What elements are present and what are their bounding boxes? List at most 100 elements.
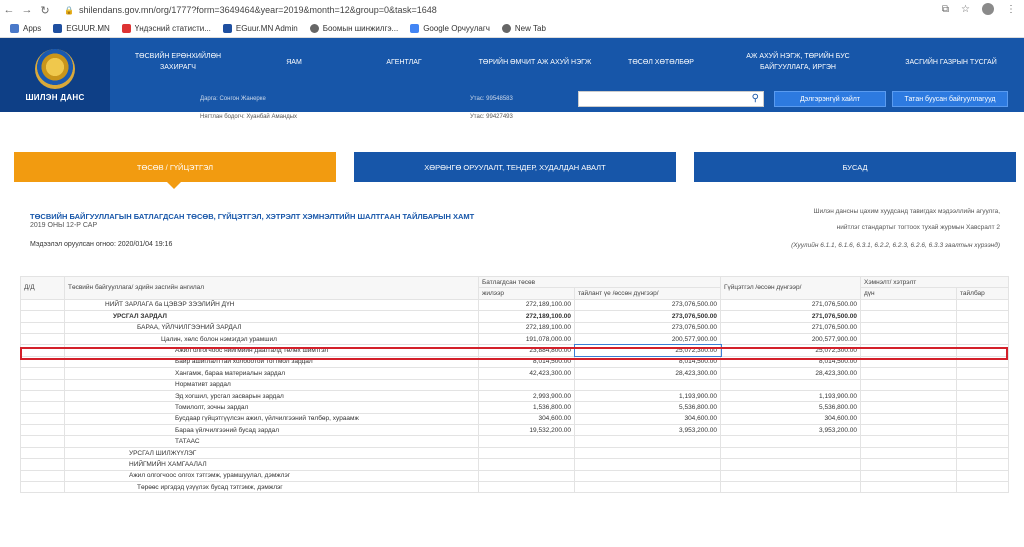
bookmark-customs[interactable]: Боомын шинжилгэ... [309,24,399,33]
page-icon [222,24,232,33]
director-phone: Утас: 99548583 [470,96,513,102]
row-name: Бараа үйлчилгээний бусад зардал [64,424,479,437]
row-plan [478,435,575,448]
tab-investment-tender[interactable]: ХӨРӨНГӨ ОРУУЛАЛТ, ТЕНДЕР, ХУДАЛДАН АВАЛТ [354,152,676,182]
search-input[interactable]: ⚲ [578,91,764,107]
row-name: Байр ашиглалттай холбоотой тогтмол зарда… [64,355,479,369]
bookmark-eguur[interactable]: EGUUR.MN [53,24,110,33]
table-row: ТАТААС [20,435,1010,448]
logo-text: ШИЛЭН ДАНС [25,92,85,102]
row-plan: 19,532,200.00 [478,424,575,437]
search-icon[interactable]: ⚲ [752,93,759,104]
row-plan [478,481,575,494]
browser-toolbar: ← → ↻ 🔒 shilendans.gov.mn/org/1777?form=… [0,0,1024,20]
row-actual: 28,423,300.00 [720,367,861,380]
table-row: Төрөөс иргэдэд үзүүлэх бусад тэтгэмж, дэ… [20,481,1010,494]
row-name: Ажил олгогчоос олгох тэтгэмж, урамшуулал… [64,469,479,483]
report-posted-date: Мэдээлэл оруулсан огноо: 2020/01/04 19:1… [30,241,173,248]
nav-projects[interactable]: ТӨСӨЛ ХӨТӨЛБӨР [604,38,718,86]
nav-government-special[interactable]: ЗАСГИЙН ГАЗРЫН ТУСГАЙ [878,38,1024,86]
translate-icon[interactable]: ⧉ [942,4,949,15]
profile-avatar[interactable] [982,3,994,15]
row-name: Ажил олгогчоос нийгмийн даатгалд төлөх ш… [64,344,479,357]
bookmark-eguur-admin[interactable]: EGuur.MN Admin [222,24,298,33]
report-law-reference: (Хуулийн 6.1.1, 6.1.6, 6.3.1, 6.2.2, 6.2… [791,242,1000,249]
row-actual: 25,072,300.00 [720,344,861,357]
bookmark-label: Apps [23,24,42,33]
row-period [574,435,721,448]
forward-icon[interactable]: → [18,4,36,16]
address-bar[interactable]: 🔒 shilendans.gov.mn/org/1777?form=364946… [64,2,944,18]
bookmark-statistics[interactable]: Үндэсний статисти... [121,24,211,33]
row-actual [720,378,861,391]
col-header-explanation: тайлбар [955,287,1010,300]
bookmark-google-translate[interactable]: Google Орчуулагч [410,24,490,33]
row-name: Нормативт зардал [64,378,479,391]
accountant-text: Нягтлан бодогч: Хуанбай Амандых [200,114,298,120]
tab-other[interactable]: БУСАД [694,152,1016,182]
row-name: Цалин, хөлс болон нэмэгдэл урамшил [64,332,479,346]
row-period [574,446,721,460]
table-row: Хангамж, бараа материалын зардал 42,423,3… [20,367,1010,380]
row-name: НИЙТ ЗАРЛАГА ба ЦЭВЭР ЗЭЭЛИЙН ДҮН [64,298,479,312]
table-row: УРСГАЛ ШИЛЖҮҮЛЭГ [20,446,1010,460]
globe-icon [309,24,319,33]
row-plan [478,446,575,460]
site-logo[interactable]: ШИЛЭН ДАНС [0,38,110,112]
bookmark-apps[interactable]: Apps [10,24,41,33]
menu-icon[interactable]: ⋮ [1006,4,1016,15]
bookmark-new-tab[interactable]: New Tab [501,24,546,33]
col-header-amount: дүн [860,287,957,300]
translate-icon [410,24,420,33]
active-tab-pointer [167,182,181,189]
bookmarks-bar: Apps EGUUR.MN Үндэсний статисти... EGuur… [0,20,1024,38]
row-actual [720,435,861,448]
advanced-search-button[interactable]: Дэлгэрэнгүй хайлт [774,91,886,107]
col-header-name: Төсвийн байгууллага/ эдийн засгийн ангил… [64,276,479,300]
col-header-reporting-period: тайлант үе /өссөн дүнгээр/ [574,287,721,300]
row-period [574,481,721,494]
nav-companies-ngos[interactable]: АЖ АХУЙ НЭГЖ, ТӨРИЙН БУС БАЙГУУЛЛАГА, ИР… [718,38,878,86]
col-header-number: Д/Д [20,276,65,300]
nav-state-owned[interactable]: ТӨРИЙН ӨМЧИТ АЖ АХУЙ НЭГЖ [466,38,604,86]
row-actual: 271,076,500.00 [720,310,861,323]
row-plan: 272,189,100.00 [478,321,575,334]
row-name: Томилолт, зочны зардал [64,401,479,414]
row-plan: 191,078,000.00 [478,332,575,346]
row-actual: 271,076,500.00 [720,298,861,312]
row-name: ТАТААС [64,435,479,448]
row-actual: 8,014,500.00 [720,355,861,369]
lock-icon: 🔒 [64,5,74,15]
row-period: 273,076,500.00 [574,298,721,312]
row-actual: 200,577,900.00 [720,332,861,346]
apps-grid-icon [10,24,19,33]
tab-budget-performance[interactable]: ТӨСӨВ / ГҮЙЦЭТГЭЛ [14,152,336,182]
row-name: Эд хогшил, урсгал засварын зардал [64,389,479,403]
row-period: 3,953,200.00 [574,424,721,437]
state-emblem-icon [35,48,75,89]
nav-ministries[interactable]: ЯАМ [246,38,342,86]
budget-table: Д/Д Төсвийн байгууллага/ эдийн засгийн а… [20,275,1010,494]
url-text: shilendans.gov.mn/org/1777?form=3649464&… [78,5,437,15]
row-actual: 1,193,900.00 [720,389,861,403]
col-header-approved-budget: Батлагдсан төсөв [478,275,721,289]
row-period [574,469,721,483]
row-actual: 5,536,800.00 [720,401,861,414]
table-row: Эд хогшил, урсгал засварын зардал 2,993,9… [20,389,1010,403]
row-name: Төрөөс иргэдэд үзүүлэх бусад тэтгэмж, дэ… [64,481,479,494]
star-icon[interactable]: ☆ [961,4,970,15]
row-period-selected[interactable]: 25,072,300.00 [573,343,722,358]
row-plan: 2,993,900.00 [478,389,575,403]
nav-budget-managers[interactable]: ТӨСВИЙН ЕРӨНХИЙЛӨН ЗАХИРАГЧ [110,38,246,86]
row-actual: 3,953,200.00 [720,424,861,437]
table-row: Бусдаар гүйцэтгүүлсэн ажил, үйлчилгээний… [20,412,1010,426]
nav-agencies[interactable]: АГЕНТЛАГ [342,38,466,86]
back-icon[interactable]: ← [0,4,18,16]
row-plan: 23,884,800.00 [478,344,575,357]
dissolved-orgs-button[interactable]: Татан буусан байгууллагууд [892,91,1008,107]
reload-icon[interactable]: ↻ [36,4,54,17]
table-row: УРСГАЛ ЗАРДАЛ 272,189,100.00 273,076,500.0… [20,310,1010,323]
report-period: 2019 ОНЫ 12-Р САР [30,222,98,229]
row-actual: 271,076,500.00 [720,321,861,334]
bookmark-label: Боомын шинжилгэ... [322,24,399,33]
